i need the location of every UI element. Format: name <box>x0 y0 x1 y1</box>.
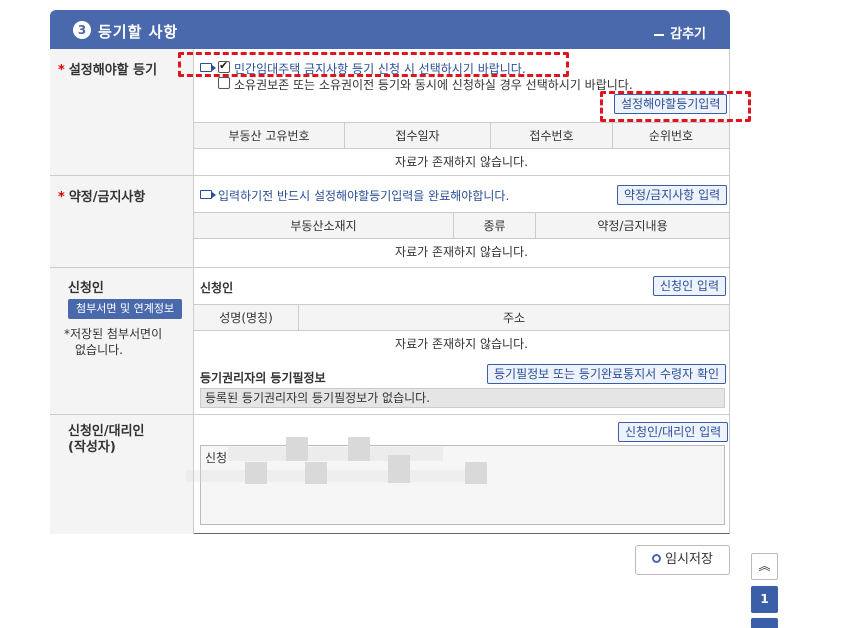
applicant-table: 성명(명칭) 주소 자료가 존재하지 않습니다. <box>194 304 729 357</box>
redacted-block <box>228 447 443 461</box>
column-header: 종류 <box>454 213 536 238</box>
required-star: * <box>58 190 65 205</box>
agreement-input-button[interactable]: 약정/금지사항 입력 <box>617 185 728 205</box>
table-header-row: 부동산 고유번호 접수일자 접수번호 순위번호 <box>194 123 729 149</box>
empty-row: 자료가 존재하지 않습니다. <box>395 155 528 169</box>
page-2-button[interactable] <box>751 618 778 628</box>
step-number-badge: 3 <box>73 21 91 39</box>
column-header: 약정/금지내용 <box>597 219 668 233</box>
registration-label-text: 설정해야할 등기 <box>68 63 158 78</box>
redacted-block <box>186 470 486 482</box>
temp-save-button[interactable]: 임시저장 <box>635 545 730 575</box>
agreement-label: * 약정/금지사항 <box>58 186 145 205</box>
circle-icon <box>652 554 662 563</box>
rights-confirm-button[interactable]: 등기필정보 또는 등기완료통지서 수령자 확인 <box>487 364 727 384</box>
required-star: * <box>58 63 65 78</box>
applicant-label: 신청인 <box>68 281 104 296</box>
column-header: 부동산소재지 <box>194 213 454 238</box>
highlight-input-button <box>600 91 751 122</box>
applicant-input-button[interactable]: 신청인 입력 <box>653 276 727 296</box>
scroll-top-button[interactable]: ︽ <box>751 553 778 580</box>
note-line2: 없습니다. <box>75 343 123 357</box>
ownership-checkbox-label: 소유권보존 또는 소유권이전 등기와 동시에 신청하실 경우 선택하시기 바랍니… <box>234 78 633 92</box>
row-divider <box>50 267 730 268</box>
section-title: 등기할 사항 <box>98 23 179 41</box>
column-header: 순위번호 <box>648 129 694 143</box>
column-header: 부동산 고유번호 <box>194 123 345 148</box>
page-1-button[interactable]: 1 <box>751 586 778 613</box>
attachments-note: *저장된 첨부서면이 없습니다. <box>64 326 189 358</box>
empty-row: 자료가 존재하지 않습니다. <box>395 245 528 259</box>
row-divider <box>50 414 730 415</box>
section-header: 3 등기할 사항 감추기 <box>50 10 730 49</box>
minus-icon <box>654 33 665 36</box>
agent-label: 신청인/대리인 (작성자) <box>68 424 145 456</box>
redacted-block <box>286 437 308 461</box>
agent-label-line1: 신청인/대리인 <box>68 424 145 439</box>
ownership-checkbox[interactable] <box>218 77 230 89</box>
note-line1: 저장된 첨부서면이 <box>70 327 163 341</box>
rights-title: 등기권리자의 등기필정보 <box>200 371 326 385</box>
attachments-button[interactable]: 첨부서면 및 연계정보 <box>68 299 183 319</box>
textarea-prefix: 신청 <box>205 451 228 465</box>
row-divider <box>50 175 730 176</box>
collapse-label: 감추기 <box>670 27 706 42</box>
applicant-subtitle: 신청인 <box>200 281 234 295</box>
column-header: 성명(명칭) <box>194 305 299 330</box>
column-header: 접수번호 <box>491 123 613 148</box>
agreement-notice: 입력하기전 반드시 설정해야할등기입력을 완료해야합니다. <box>218 189 510 203</box>
arrow-right-icon <box>200 190 216 199</box>
column-header: 접수일자 <box>345 123 491 148</box>
temp-save-label: 임시저장 <box>665 552 713 567</box>
registration-table: 부동산 고유번호 접수일자 접수번호 순위번호 자료가 존재하지 않습니다. <box>194 122 729 175</box>
table-header-row: 성명(명칭) 주소 <box>194 305 729 331</box>
table-header-row: 부동산소재지 종류 약정/금지내용 <box>194 213 729 239</box>
agent-input-button[interactable]: 신청인/대리인 입력 <box>618 422 729 442</box>
highlight-checkbox <box>178 52 569 77</box>
column-header: 주소 <box>502 311 526 325</box>
agreement-table: 부동산소재지 종류 약정/금지내용 자료가 존재하지 않습니다. <box>194 212 729 265</box>
empty-row: 자료가 존재하지 않습니다. <box>395 337 528 351</box>
collapse-toggle[interactable]: 감추기 <box>654 23 706 42</box>
agent-label-line2: (작성자) <box>68 440 116 455</box>
registration-label: * 설정해야할 등기 <box>58 59 157 78</box>
agreement-label-text: 약정/금지사항 <box>68 190 146 205</box>
redacted-block <box>348 437 370 461</box>
rights-info-box: 등록된 등기권리자의 등기필정보가 없습니다. <box>200 388 725 408</box>
